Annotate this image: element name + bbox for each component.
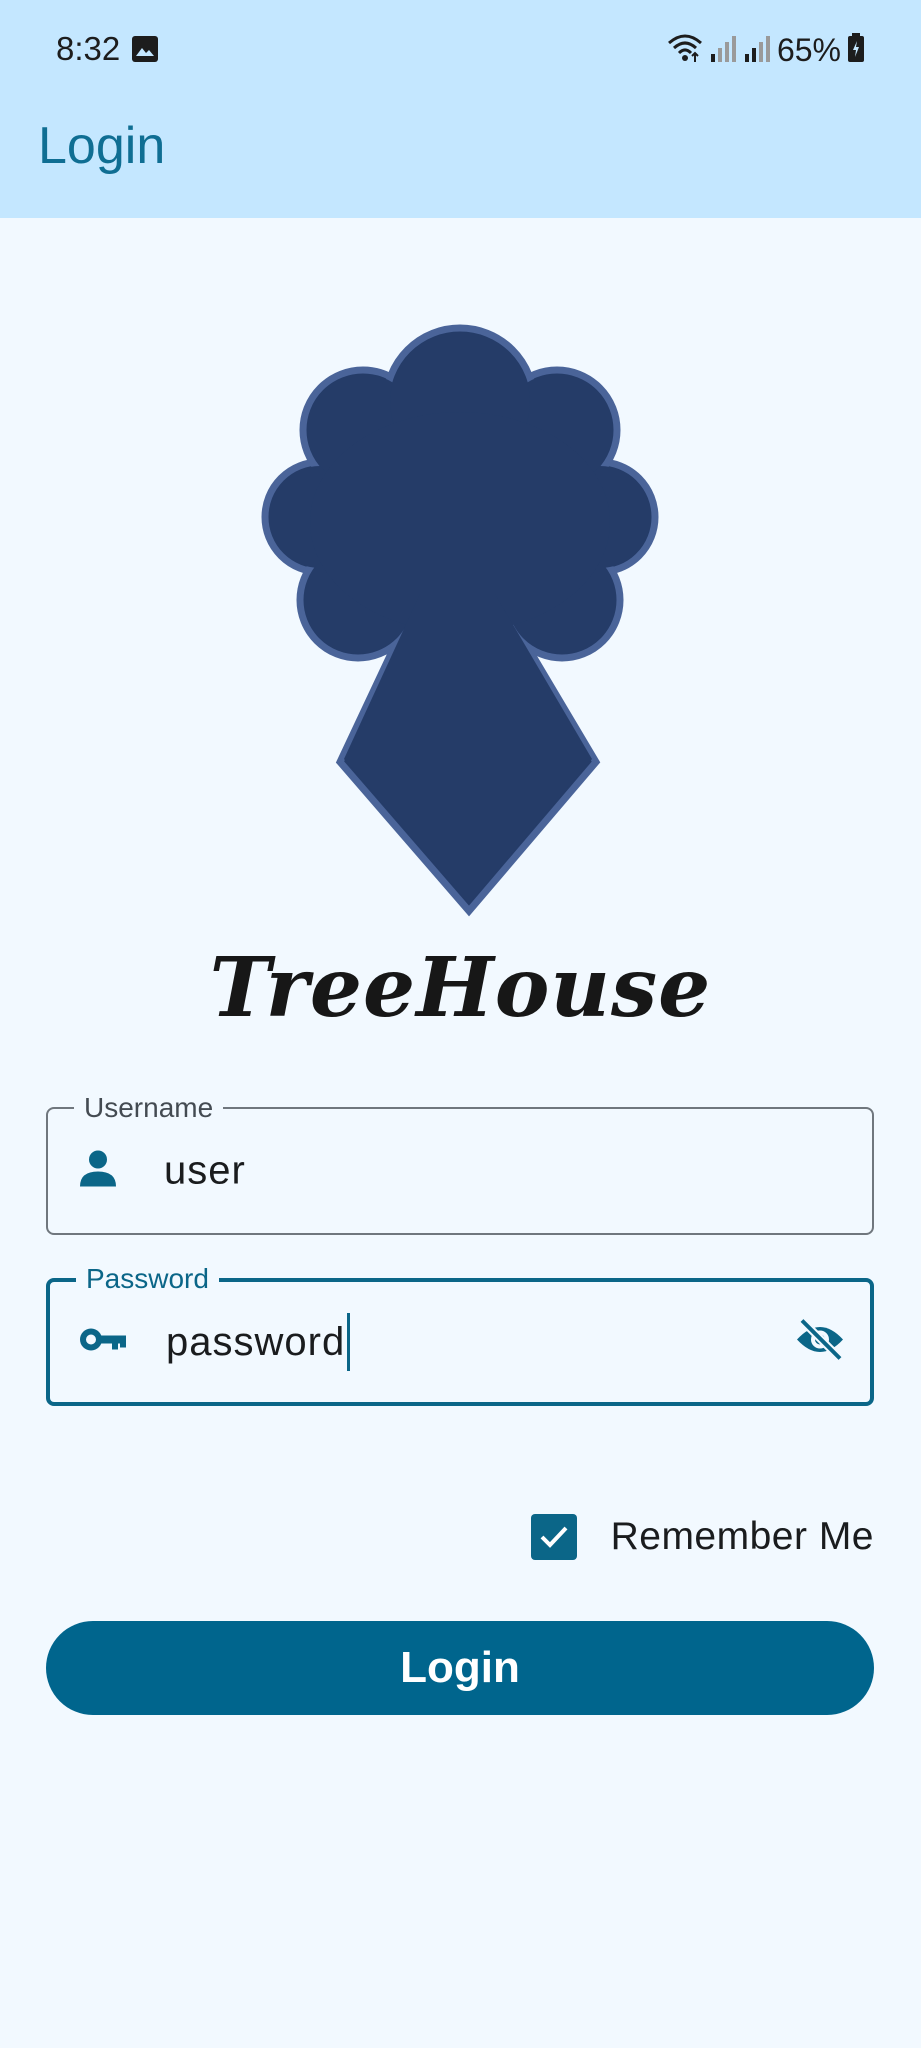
signal-icon <box>743 34 771 67</box>
login-button[interactable]: Login <box>46 1621 874 1715</box>
username-field[interactable]: Username user <box>46 1091 874 1235</box>
username-label: Username <box>74 1091 224 1125</box>
remember-me-label: Remember Me <box>610 1515 874 1558</box>
remember-me-row[interactable]: Remember Me <box>530 1514 874 1560</box>
text-cursor <box>347 1313 351 1371</box>
battery-charging-icon <box>847 32 865 68</box>
wifi-icon <box>667 33 703 68</box>
page-title: Login <box>38 117 166 175</box>
photo-icon <box>131 35 159 68</box>
password-field[interactable]: Password password <box>46 1262 874 1406</box>
remember-me-checkbox[interactable] <box>530 1514 577 1560</box>
key-icon <box>78 1325 128 1360</box>
status-icons: 65% <box>667 30 865 70</box>
top-app-bar: 8:32 65% Login <box>0 0 921 218</box>
status-time: 8:32 <box>56 30 121 67</box>
password-value: password <box>166 1319 346 1364</box>
password-label: Password <box>76 1262 219 1296</box>
person-icon <box>76 1147 120 1196</box>
battery-percentage: 65% <box>776 31 841 68</box>
password-input[interactable]: password <box>166 1313 351 1371</box>
check-icon <box>540 1526 568 1548</box>
visibility-off-icon[interactable] <box>794 1317 846 1368</box>
tree-logo-icon <box>240 322 680 927</box>
signal-icon <box>709 34 737 67</box>
username-input[interactable]: user <box>164 1149 246 1194</box>
brand-name: TreeHouse <box>209 940 712 1036</box>
